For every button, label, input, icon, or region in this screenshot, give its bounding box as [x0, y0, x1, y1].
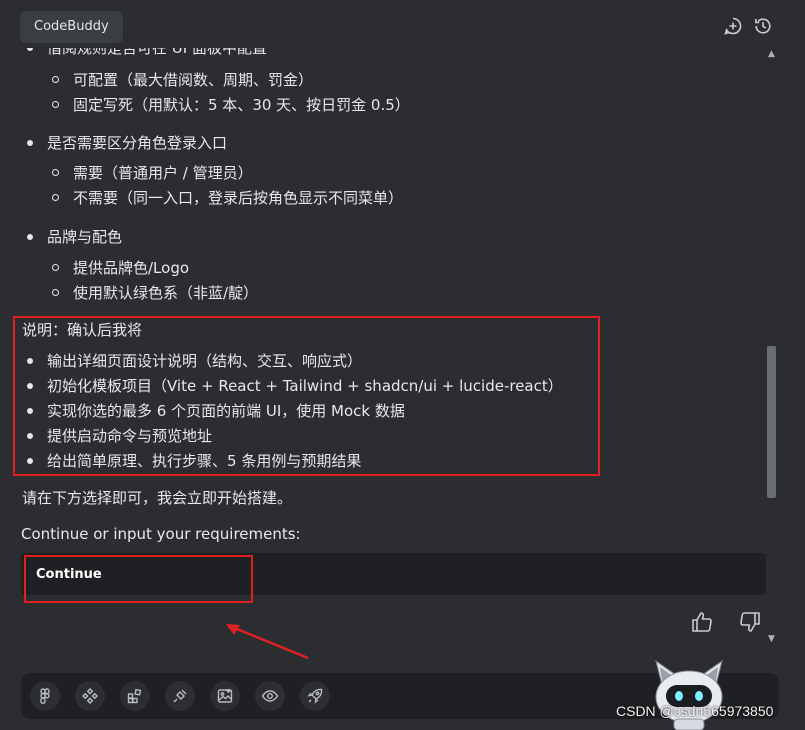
- list-item: 提供启动命令与预览地址: [27, 424, 212, 449]
- list-item: 使用默认绿色系（非蓝/靛）: [52, 281, 258, 306]
- components-icon[interactable]: [75, 681, 105, 711]
- list-item: 品牌与配色: [27, 225, 122, 250]
- image-upload-icon[interactable]: [210, 681, 240, 711]
- preview-eye-icon[interactable]: [255, 681, 285, 711]
- scroll-up-arrow-icon[interactable]: ▲: [768, 49, 778, 59]
- list-item: 需要（普通用户 / 管理员）: [52, 161, 253, 186]
- watermark: CSDN @csdn565973850: [616, 703, 774, 719]
- scroll-down-arrow-icon[interactable]: ▼: [768, 634, 778, 644]
- thumbs-down-icon[interactable]: [738, 610, 762, 634]
- continue-option-button[interactable]: Continue: [21, 553, 766, 595]
- list-item: 初始化模板项目（Vite + React + Tailwind + shadcn…: [27, 374, 563, 399]
- plugin-icon[interactable]: [165, 681, 195, 711]
- figma-icon[interactable]: [30, 681, 60, 711]
- add-chat-icon[interactable]: [723, 16, 743, 36]
- list-item: 实现你选的最多 6 个页面的前端 UI，使用 Mock 数据: [27, 399, 405, 424]
- blocks-icon[interactable]: [120, 681, 150, 711]
- list-item: 输出详细页面设计说明（结构、交互、响应式）: [27, 349, 362, 374]
- codebuddy-panel: 借阅规则是否可在 UI 面板中配置 可配置（最大借阅数、周期、罚金） 固定写死（…: [0, 0, 805, 730]
- list-item: 是否需要区分角色登录入口: [27, 131, 227, 156]
- panel-header: CodeBuddy: [0, 0, 805, 48]
- list-item: 可配置（最大借阅数、周期、罚金）: [52, 68, 313, 93]
- note-title: 说明：确认后我将: [22, 321, 143, 339]
- annotation-arrow-icon: [226, 624, 309, 660]
- list-item: 给出简单原理、执行步骤、5 条用例与预期结果: [27, 449, 361, 474]
- thumbs-up-icon[interactable]: [690, 610, 714, 634]
- list-item: 不需要（同一入口，登录后按角色显示不同菜单）: [52, 186, 403, 211]
- list-item: 提供品牌色/Logo: [52, 256, 189, 281]
- rocket-icon[interactable]: [300, 681, 330, 711]
- scrollbar-thumb[interactable]: [767, 346, 776, 498]
- prompt-label: Continue or input your requirements:: [21, 525, 301, 543]
- tab-codebuddy[interactable]: CodeBuddy: [20, 11, 123, 43]
- list-item: 固定写死（用默认：5 本、30 天、按日罚金 0.5）: [52, 93, 410, 118]
- history-icon[interactable]: [753, 16, 773, 36]
- closing-text: 请在下方选择即可，我会立即开始搭建。: [22, 489, 293, 507]
